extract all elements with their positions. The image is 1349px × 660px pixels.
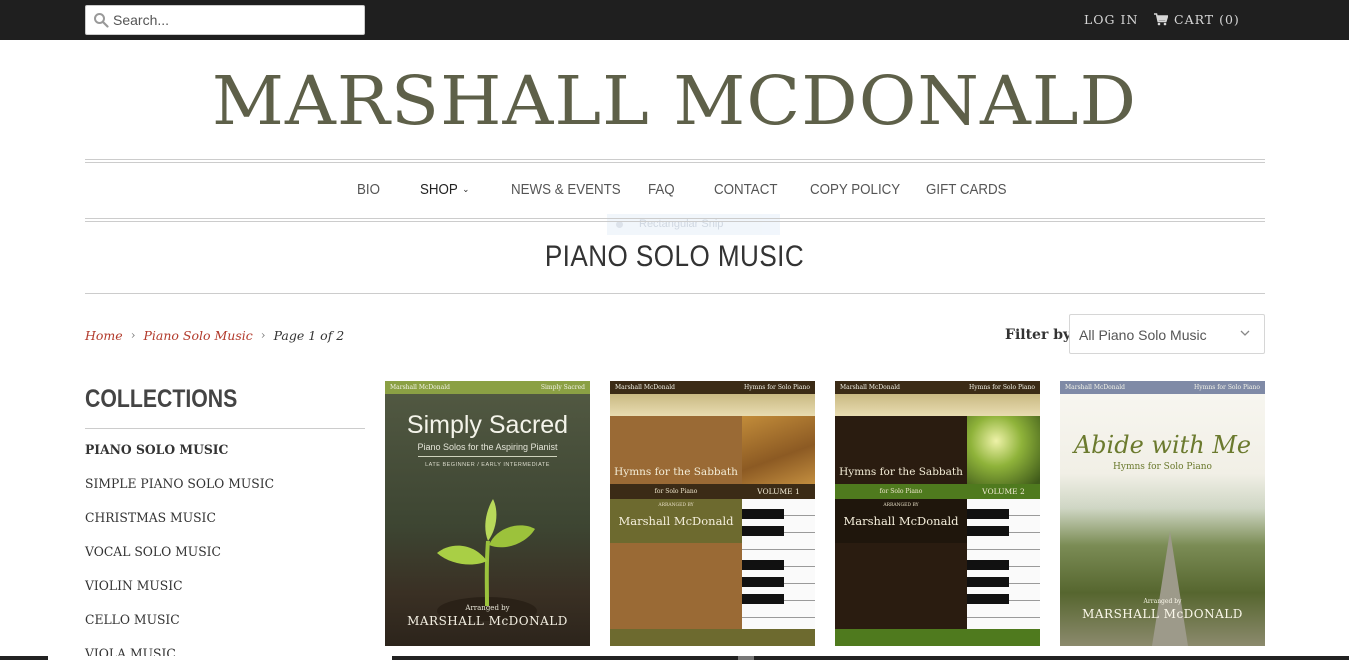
cover-footer [610,629,815,646]
cover-header-right: Hymns for Solo Piano [1194,384,1260,391]
header-divider-bottom [85,218,1265,222]
collections-list: PIANO SOLO MUSIC SIMPLE PIANO SOLO MUSIC… [85,443,284,660]
product-title: Hymns for the Sabbath [614,466,738,478]
product-card[interactable]: Marshall McDonald Hymns for Solo Piano Ab… [1060,381,1265,646]
product-arranger: MARSHALL McDONALD [1082,607,1243,621]
product-arranger: Marshall McDonald [843,514,959,528]
cover-header: Marshall McDonald Hymns for Solo Piano [610,381,815,394]
product-title: Abide with Me [1073,431,1252,459]
product-subtitle: for Solo Piano [879,488,923,495]
cover-header-left: Marshall McDonald [840,384,900,391]
site-logo[interactable]: MARSHALL MCDONALD [0,62,1349,140]
nav-item-shop[interactable]: SHOP ⌄ [420,182,469,198]
nav-item-faq[interactable]: FAQ [648,182,675,198]
cart-icon [1154,13,1168,26]
filter-selected-value: All Piano Solo Music [1079,327,1207,343]
cart-link[interactable]: CART (0) [1154,12,1240,27]
collection-item-piano-solo[interactable]: PIANO SOLO MUSIC [85,443,274,477]
breadcrumb-page: Page 1 of 2 [273,328,345,343]
snip-dot-icon [616,221,623,228]
piano-keys-icon [967,499,1040,629]
cart-label: CART (0) [1174,12,1240,27]
product-subtitle: for Solo Piano [654,488,698,495]
collection-item-violin[interactable]: VIOLIN MUSIC [85,579,274,613]
product-arranged-by: Arranged by [1143,598,1182,605]
filter-select[interactable]: All Piano Solo Music [1069,314,1265,354]
seedling-illustration-icon [437,499,537,621]
boardwalk-path [1152,531,1188,646]
product-volume: VOLUME 2 [982,487,1025,496]
chevron-down-icon [1240,330,1250,336]
product-title: Simply Sacred [406,411,569,439]
product-subtitle: Hymns for Solo Piano [1113,462,1212,472]
product-subtitle: Piano Solos for the Aspiring Pianist [417,442,558,452]
nav-item-shop-label: SHOP [420,182,458,198]
search-box[interactable] [85,5,365,35]
cover-header: Marshall McDonald Hymns for Solo Piano [1060,381,1265,394]
cover-header-right: Hymns for Solo Piano [744,384,810,391]
page-title: PIANO SOLO MUSIC [544,240,805,273]
collection-item-simple-piano-solo[interactable]: SIMPLE PIANO SOLO MUSIC [85,477,274,511]
sheet-music-strip [835,394,1040,416]
header-divider-top [85,159,1265,163]
product-title: Hymns for the Sabbath [839,466,963,478]
product-card[interactable]: Marshall McDonald Hymns for Solo Piano Hy… [835,381,1040,646]
product-card[interactable]: Marshall McDonald Hymns for Solo Piano Hy… [610,381,815,646]
cover-header-right: Hymns for Solo Piano [969,384,1035,391]
breadcrumb-home[interactable]: Home [85,328,123,343]
product-arranger: Marshall McDonald [618,514,734,528]
nav-item-contact[interactable]: CONTACT [714,182,777,198]
cover-footer [835,629,1040,646]
title-divider [85,293,1265,294]
cover-header: Marshall McDonald Simply Sacred [385,381,590,394]
main-nav: BIO SHOP ⌄ NEWS & EVENTS FAQ CONTACT COPY… [0,182,1349,202]
search-input[interactable] [113,9,358,31]
product-level: LATE BEGINNER / EARLY INTERMEDIATE [425,462,550,468]
product-volume: VOLUME 1 [757,487,800,496]
nav-item-gift-cards[interactable]: GIFT CARDS [926,182,1007,198]
product-arranged-by: ARRANGED BY [883,503,919,508]
nav-item-copy-policy[interactable]: COPY POLICY [810,182,900,198]
nav-item-news-events[interactable]: NEWS & EVENTS [511,182,621,198]
product-arranged-by: Arranged by [465,604,510,612]
collections-heading: COLLECTIONS [85,385,238,413]
top-bar: LOG IN CART (0) [0,0,1349,40]
cover-header-left: Marshall McDonald [1065,384,1125,391]
collection-item-cello[interactable]: CELLO MUSIC [85,613,274,647]
breadcrumb-collection[interactable]: Piano Solo Music [144,328,253,343]
cover-rule [418,456,557,457]
piano-keys-icon [742,499,815,629]
product-arranged-by: ARRANGED BY [658,503,694,508]
bottom-strip [0,656,1349,660]
sheet-music-strip [610,394,815,416]
collection-item-vocal-solo[interactable]: VOCAL SOLO MUSIC [85,545,274,579]
chevron-down-icon: ⌄ [462,184,470,194]
login-link[interactable]: LOG IN [1084,12,1138,27]
cover-header-right: Simply Sacred [540,384,585,391]
cover-header: Marshall McDonald Hymns for Solo Piano [835,381,1040,394]
cover-header-left: Marshall McDonald [390,384,450,391]
breadcrumb-separator-icon: › [260,328,266,342]
cover-header-left: Marshall McDonald [615,384,675,391]
breadcrumb: Home › Piano Solo Music › Page 1 of 2 [85,328,344,343]
filter-label: Filter by: [1005,327,1077,343]
collections-divider [85,428,365,429]
product-card[interactable]: Marshall McDonald Simply Sacred Simply Sa… [385,381,590,646]
search-icon [94,13,109,28]
nav-item-bio[interactable]: BIO [357,182,380,198]
breadcrumb-separator-icon: › [130,328,136,342]
collection-item-christmas[interactable]: CHRISTMAS MUSIC [85,511,274,545]
product-arranger: MARSHALL McDONALD [407,614,568,628]
